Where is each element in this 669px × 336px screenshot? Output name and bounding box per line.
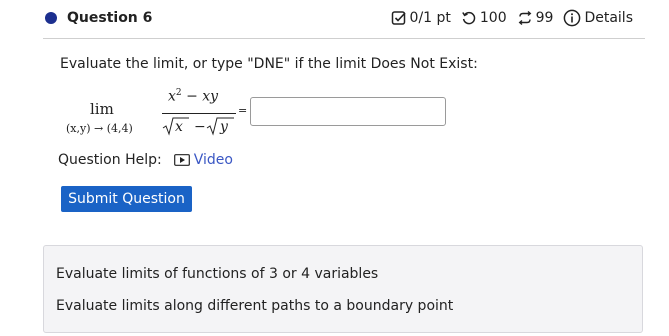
denominator-radicals: x − y — [162, 117, 234, 136]
retry-icon — [461, 10, 477, 26]
question-title: Question 6 — [67, 10, 153, 26]
denominator: x − y — [162, 116, 236, 136]
play-icon — [173, 154, 190, 166]
details-label: Details — [584, 10, 633, 26]
svg-text:x: x — [175, 119, 183, 135]
attempts-arrows-icon — [517, 10, 533, 26]
question-header: Question 6 0/1 pt 100 99 Details — [43, 0, 645, 39]
score-group: 0/1 pt — [391, 10, 451, 26]
topics-box: Evaluate limits of functions of 3 or 4 v… — [43, 245, 643, 333]
retries-count: 100 — [479, 10, 507, 26]
attempts-group: 99 — [517, 10, 554, 26]
numerator-x: x — [168, 88, 176, 105]
question-meta: 0/1 pt 100 99 Details — [391, 9, 633, 27]
svg-text:−: − — [194, 119, 206, 135]
info-icon — [563, 9, 581, 27]
question-status-dot — [45, 12, 57, 24]
video-label: Video — [193, 152, 233, 168]
checkbox-icon — [391, 10, 407, 26]
svg-text:y: y — [219, 119, 229, 135]
answer-input[interactable] — [250, 97, 446, 126]
topic-item: Evaluate limits of functions of 3 or 4 v… — [56, 266, 379, 282]
question-prompt: Evaluate the limit, or type "DNE" if the… — [60, 56, 478, 72]
score-text: 0/1 pt — [409, 10, 451, 26]
numerator: x2 − xy — [168, 88, 218, 105]
numerator-rest: − xy — [181, 88, 219, 105]
lim-word: lim — [90, 100, 114, 118]
fraction-bar — [162, 113, 236, 114]
submit-question-button[interactable]: Submit Question — [61, 186, 192, 212]
lim-subscript: (x,y) → (4,4) — [66, 122, 133, 135]
question-help-label: Question Help: — [58, 152, 162, 168]
video-link[interactable]: Video — [173, 152, 233, 168]
retries-group: 100 — [461, 10, 507, 26]
attempts-count: 99 — [535, 10, 554, 26]
topic-item: Evaluate limits along different paths to… — [56, 298, 454, 314]
details-link[interactable]: Details — [563, 9, 633, 27]
question-help: Question Help: Video — [58, 152, 233, 168]
equals-sign: = — [238, 104, 248, 117]
